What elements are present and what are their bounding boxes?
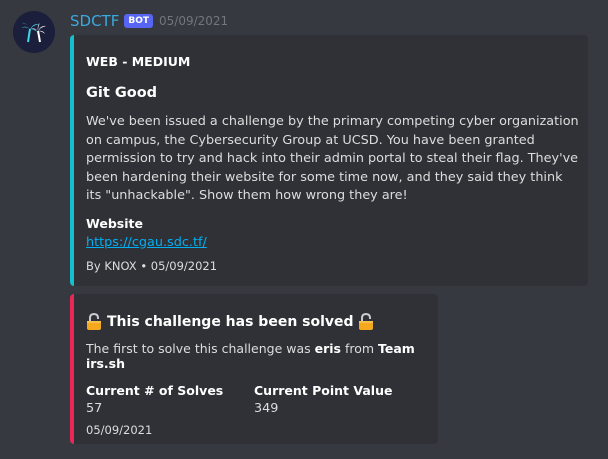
points-field: Current Point Value 349 [254,383,422,416]
website-link[interactable]: https://cgau.sdc.tf/ [86,235,207,250]
solver-name: eris [314,341,341,356]
embed-title: Git Good [86,85,158,101]
chat-message: SDCTF BOT 05/09/2021 WEB - MEDIUM Git Go… [0,0,608,459]
unlocked-padlock-icon [358,312,374,331]
embed-footer: By KNOX • 05/09/2021 [86,258,218,273]
message-header: SDCTF BOT 05/09/2021 [70,11,228,31]
first-solve-mid: from [340,341,379,356]
avatar[interactable] [13,11,55,53]
solves-value: 57 [86,401,103,416]
solves-label: Current # of Solves [86,383,224,398]
website-field-label: Website [86,215,143,231]
embed-description: We've been issued a challenge by the pri… [86,114,579,203]
solved-embed-date: 05/09/2021 [86,423,153,437]
points-value: 349 [254,401,279,416]
solved-embed: This challenge has been solved The first… [70,294,438,444]
embed-author: WEB - MEDIUM [86,54,191,69]
message-timestamp[interactable]: 05/09/2021 [159,14,228,28]
stats-fields: Current # of Solves 57 Current Point Val… [86,383,422,416]
solved-title-row: This challenge has been solved [86,312,422,331]
challenge-embed: WEB - MEDIUM Git Good We've been issued … [70,35,588,286]
palm-tree-icon [13,11,55,53]
bot-tag: BOT [124,14,153,28]
unlocked-padlock-icon [86,312,102,331]
username[interactable]: SDCTF [70,12,119,30]
first-solve-prefix: The first to solve this challenge was [86,341,315,356]
first-solve-text: The first to solve this challenge was er… [86,341,422,371]
points-label: Current Point Value [254,383,393,398]
solves-field: Current # of Solves 57 [86,383,254,416]
solved-title: This challenge has been solved [107,314,354,330]
